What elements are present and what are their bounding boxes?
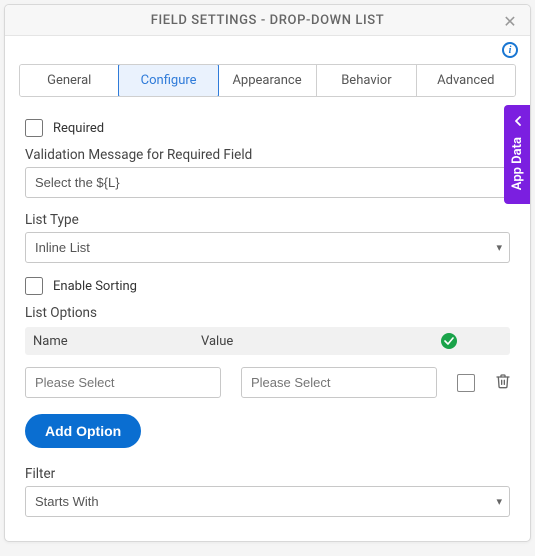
options-header-row: Name Value [25,327,510,355]
option-name-input[interactable] [25,367,221,398]
info-icon[interactable]: i [502,42,518,58]
option-value-input[interactable] [241,367,437,398]
list-type-select[interactable] [25,232,510,263]
trash-icon[interactable] [495,373,515,393]
required-checkbox[interactable] [25,119,43,137]
column-default [434,333,464,349]
list-type-label: List Type [25,212,510,228]
filter-select[interactable] [25,486,510,517]
modal-header: FIELD SETTINGS - DROP-DOWN LIST ✕ [5,5,530,36]
tab-advanced[interactable]: Advanced [417,65,515,96]
tab-appearance[interactable]: Appearance [218,65,317,96]
configure-panel: Required Validation Message for Required… [5,97,530,541]
filter-label: Filter [25,466,510,482]
list-options-label: List Options [25,305,510,321]
field-settings-modal: FIELD SETTINGS - DROP-DOWN LIST ✕ i Gene… [4,4,531,542]
tab-behavior[interactable]: Behavior [317,65,416,96]
enable-sorting-label: Enable Sorting [53,279,137,294]
tab-bar: General Configure Appearance Behavior Ad… [19,64,516,97]
tab-configure[interactable]: Configure [118,64,218,97]
app-data-label: App Data [510,137,525,190]
add-option-button[interactable]: Add Option [25,414,141,448]
close-icon[interactable]: ✕ [500,11,520,31]
option-default-checkbox[interactable] [457,374,475,392]
required-row: Required [25,119,510,137]
chevron-left-icon [513,115,523,129]
column-value: Value [201,334,426,349]
required-label: Required [53,121,104,136]
option-row [25,367,510,398]
app-data-side-tab[interactable]: App Data [504,105,531,204]
column-name: Name [33,334,193,349]
validation-label: Validation Message for Required Field [25,147,510,163]
validation-message-input[interactable] [25,167,510,198]
enable-sorting-checkbox[interactable] [25,277,43,295]
modal-title: FIELD SETTINGS - DROP-DOWN LIST [151,13,385,28]
tab-general[interactable]: General [20,65,119,96]
enable-sorting-row: Enable Sorting [25,277,510,295]
check-circle-icon [441,333,457,349]
info-row: i [5,36,530,58]
